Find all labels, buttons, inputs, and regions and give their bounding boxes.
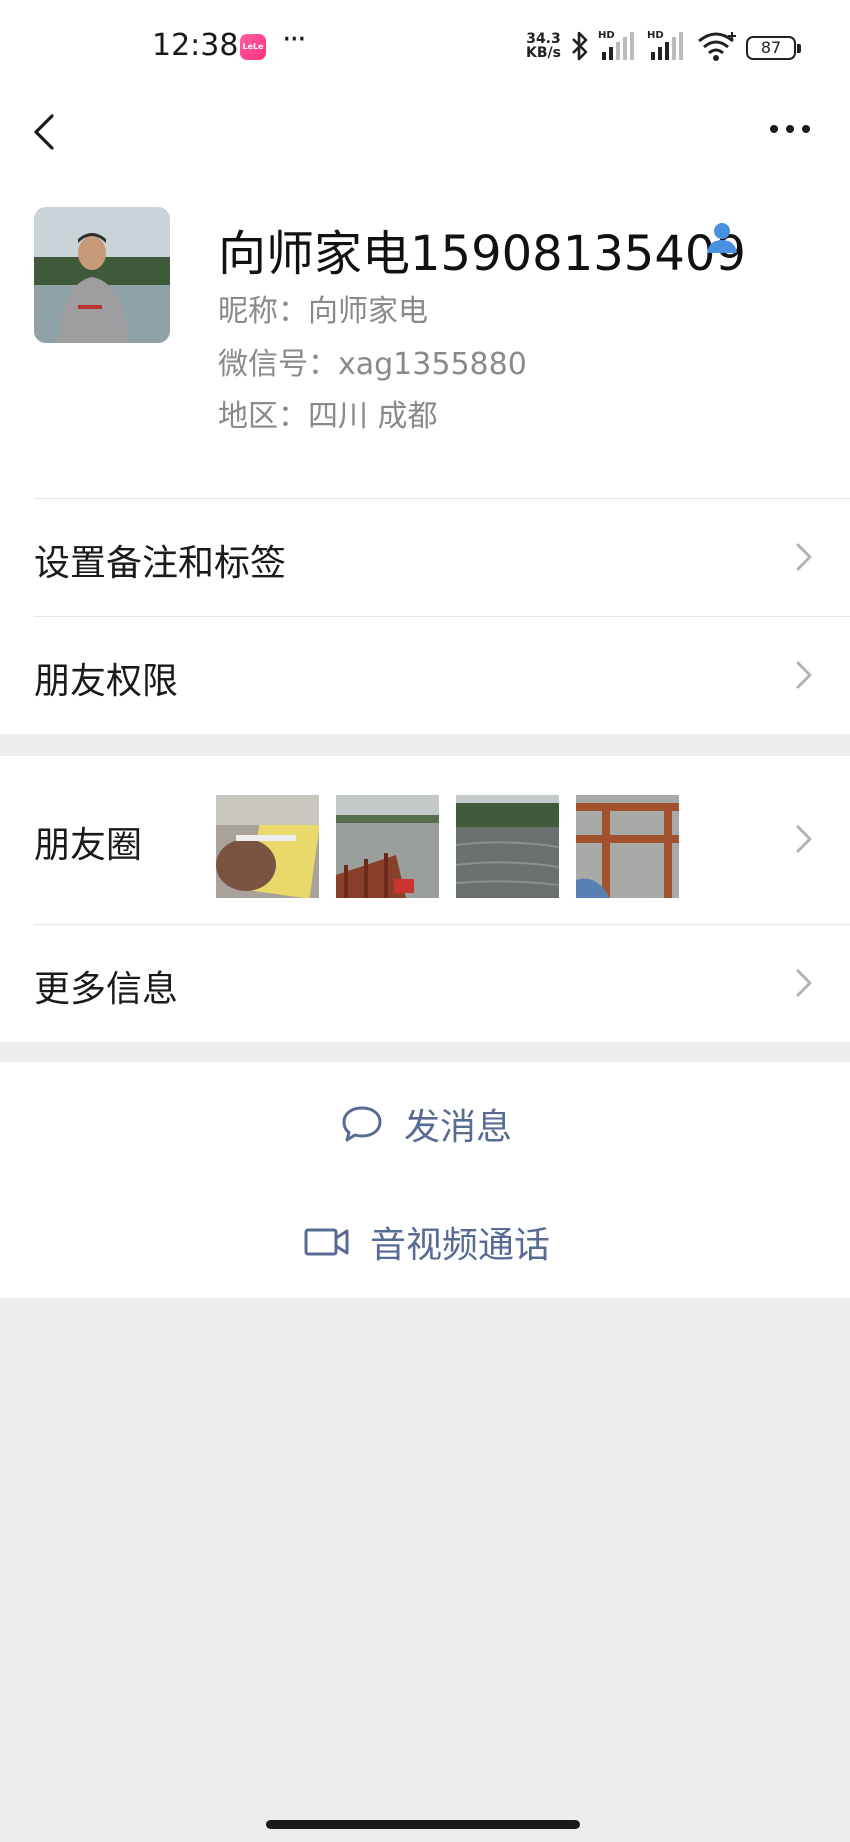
bluetooth-icon xyxy=(572,31,588,61)
app-notification-icon: LeLe xyxy=(240,34,266,60)
moments-label: 朋友圈 xyxy=(34,825,143,866)
avatar[interactable] xyxy=(34,207,170,343)
avatar-photo xyxy=(34,207,170,343)
moments-thumbnail-2 xyxy=(336,795,439,898)
av-call-label: 音视频通话 xyxy=(370,1225,551,1266)
signal-hd-label-2: HD xyxy=(647,30,664,41)
friend-permissions-row[interactable]: 朋友权限 xyxy=(0,616,850,734)
av-call-content: 音视频通话 xyxy=(304,1216,550,1268)
network-speed-unit: KB/s xyxy=(526,45,561,61)
more-dots-icon xyxy=(770,125,810,133)
signal-strength-2: HD xyxy=(647,30,689,66)
actions-group: 发消息 音视频通话 xyxy=(0,1062,850,1298)
moments-thumbnail-1 xyxy=(216,795,319,898)
more-info-row[interactable]: 更多信息 xyxy=(0,924,850,1042)
chevron-right-icon xyxy=(796,661,812,689)
region-text: 地区：四川 成都 xyxy=(218,399,438,434)
moments-row[interactable]: 朋友圈 xyxy=(0,756,850,924)
more-options-button[interactable] xyxy=(760,114,820,144)
status-more-dots: ··· xyxy=(282,22,307,57)
network-speed-value: 34.3 xyxy=(526,31,561,47)
wifi-icon xyxy=(698,32,736,61)
send-message-button[interactable]: 发消息 xyxy=(0,1062,850,1180)
contact-person-icon xyxy=(707,223,737,253)
contact-display-name: 向师家电15908135409 xyxy=(218,226,746,282)
nickname-text: 昵称：向师家电 xyxy=(218,294,428,329)
signal-hd-label-1: HD xyxy=(598,30,615,41)
network-speed: 34.3 KB/s xyxy=(526,32,561,60)
send-message-label: 发消息 xyxy=(404,1107,513,1148)
remark-tags-label: 设置备注和标签 xyxy=(34,543,287,584)
settings-group: 设置备注和标签 朋友权限 xyxy=(0,498,850,734)
remark-tags-row[interactable]: 设置备注和标签 xyxy=(0,498,850,616)
video-camera-icon xyxy=(304,1228,349,1256)
signal-strength-1: HD xyxy=(598,30,640,66)
moments-thumbnail-4 xyxy=(576,795,679,898)
battery-indicator: 87 xyxy=(746,36,801,60)
chevron-left-icon xyxy=(34,114,54,150)
status-bar: 12:38 LeLe ··· 34.3 KB/s HD HD 87 xyxy=(0,0,850,92)
chevron-right-icon xyxy=(796,969,812,997)
moments-thumbnail-3 xyxy=(456,795,559,898)
friend-permissions-label: 朋友权限 xyxy=(34,661,179,702)
send-message-content: 发消息 xyxy=(340,1098,512,1150)
moments-group: 朋友圈 更多信息 xyxy=(0,756,850,1042)
chat-bubble-icon xyxy=(342,1106,382,1142)
av-call-button[interactable]: 音视频通话 xyxy=(0,1180,850,1298)
wechat-id-text: 微信号：xag1355880 xyxy=(218,347,527,382)
more-info-label: 更多信息 xyxy=(34,969,179,1010)
chevron-right-icon xyxy=(796,825,812,853)
top-navigation xyxy=(0,92,850,182)
back-button[interactable] xyxy=(26,102,66,162)
profile-card: 向师家电15908135409 昵称：向师家电 微信号：xag1355880 地… xyxy=(0,182,850,498)
home-indicator[interactable] xyxy=(266,1820,580,1829)
chevron-right-icon xyxy=(796,543,812,571)
status-time: 12:38 xyxy=(152,28,239,63)
